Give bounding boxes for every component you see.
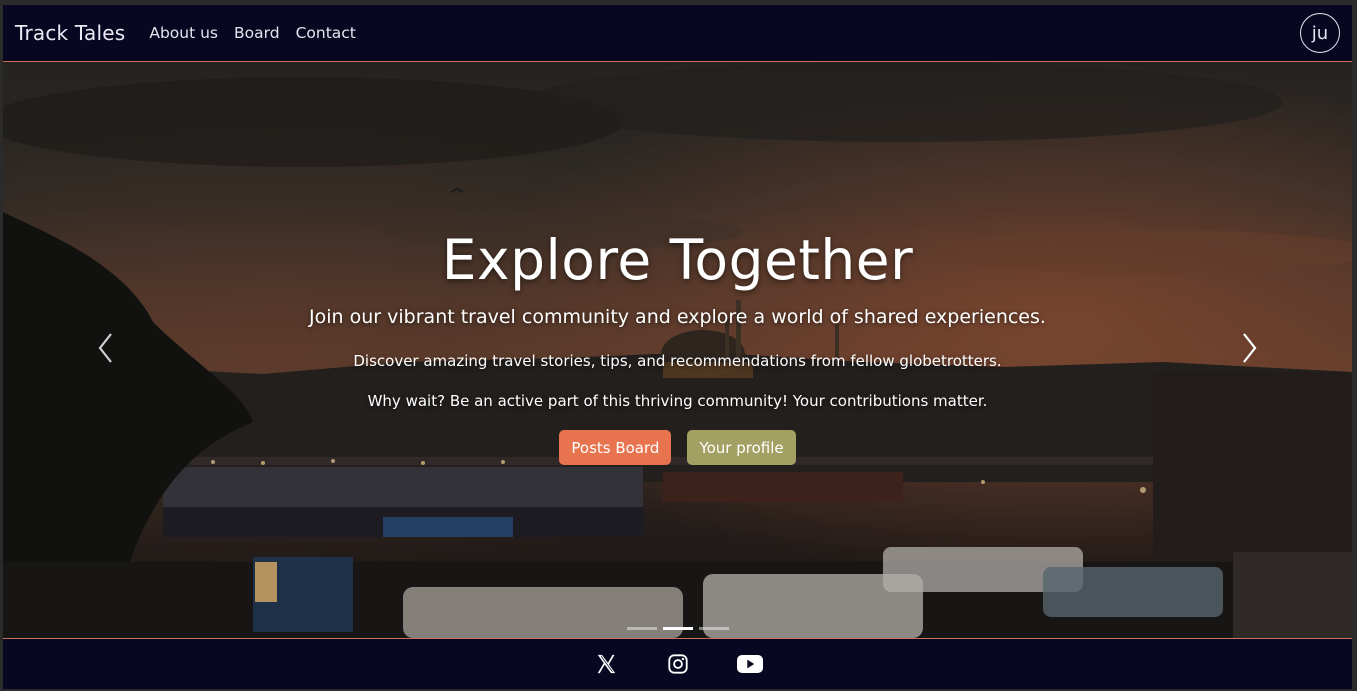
hero-paragraph-discover: Discover amazing travel stories, tips, a… [353,352,1002,370]
hero-subtitle: Join our vibrant travel community and ex… [309,306,1046,328]
instagram-icon[interactable] [664,650,692,678]
user-avatar[interactable]: ju [1300,13,1340,53]
your-profile-button[interactable]: Your profile [687,430,796,465]
chevron-right-icon [1243,333,1257,363]
x-icon[interactable] [592,650,620,678]
hero-paragraph-why-wait: Why wait? Be an active part of this thri… [367,392,988,410]
nav-links: About us Board Contact [141,24,364,42]
hero-title: Explore Together [441,228,914,292]
youtube-icon[interactable] [736,650,764,678]
hero-buttons: Posts Board Your profile [3,430,1352,465]
navbar: Track Tales About us Board Contact ju [3,5,1352,62]
hero-carousel: Explore Together Join our vibrant travel… [3,62,1352,638]
nav-link-about-us[interactable]: About us [149,24,218,42]
brand-link[interactable]: Track Tales [15,21,125,45]
carousel-indicator-1[interactable] [626,627,657,630]
carousel-prev-button[interactable] [91,328,121,368]
nav-link-board[interactable]: Board [234,24,280,42]
browser-viewport: Track Tales About us Board Contact ju Ex… [3,5,1352,689]
carousel-indicator-3[interactable] [698,627,729,630]
carousel-indicator-2[interactable] [662,627,693,630]
carousel-indicators [3,627,1352,630]
chevron-left-icon [98,333,112,363]
carousel-next-button[interactable] [1234,328,1264,368]
hero-caption: Explore Together Join our vibrant travel… [3,62,1352,638]
posts-board-button[interactable]: Posts Board [559,430,672,465]
footer [3,638,1352,689]
nav-link-contact[interactable]: Contact [296,24,356,42]
